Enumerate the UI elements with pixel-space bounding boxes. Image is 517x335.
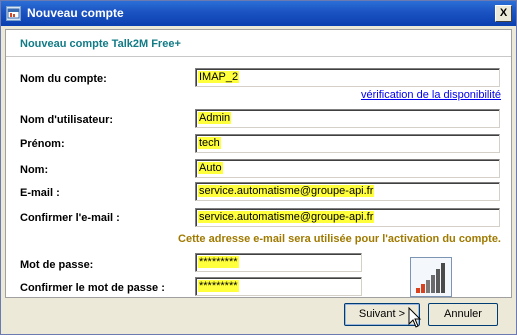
password-label: Mot de passe:: [20, 259, 94, 271]
password-confirm-value: *********: [198, 280, 239, 292]
password-field[interactable]: *********: [195, 253, 362, 272]
account-name-field[interactable]: IMAP_2: [195, 68, 500, 87]
lastname-value: Auto: [198, 162, 223, 174]
email-field[interactable]: service.automatisme@groupe-api.fr: [195, 182, 500, 201]
password-confirm-label: Confirmer le mot de passe :: [20, 282, 165, 294]
window-title: Nouveau compte: [27, 6, 124, 20]
username-value: Admin: [198, 112, 232, 124]
app-window-icon: [6, 6, 21, 21]
cancel-button[interactable]: Annuler: [428, 303, 498, 326]
dialog-window: Nouveau compte X Nouveau compte Talk2M F…: [0, 0, 517, 335]
account-name-label: Nom du compte:: [20, 73, 107, 85]
firstname-field[interactable]: tech: [195, 134, 500, 153]
mouse-pointer-icon: [408, 306, 422, 332]
email-confirm-label: Confirmer l'e-mail :: [20, 212, 120, 224]
email-value: service.automatisme@groupe-api.fr: [198, 185, 375, 197]
password-value: *********: [198, 256, 239, 268]
divider: [6, 56, 511, 58]
account-name-value: IMAP_2: [198, 71, 240, 83]
firstname-label: Prénom:: [20, 138, 65, 150]
firstname-value: tech: [198, 137, 221, 149]
email-confirm-value: service.automatisme@groupe-api.fr: [198, 211, 375, 223]
email-activation-note: Cette adresse e-mail sera utilisée pour …: [178, 233, 501, 245]
signal-bars-logo-icon: [410, 257, 452, 297]
page-subtitle: Nouveau compte Talk2M Free+: [20, 38, 181, 50]
email-label: E-mail :: [20, 187, 60, 199]
password-confirm-field[interactable]: *********: [195, 277, 362, 296]
close-button[interactable]: X: [495, 5, 512, 22]
lastname-label: Nom:: [20, 164, 49, 176]
availability-check-link[interactable]: vérification de la disponibilité: [361, 89, 501, 101]
lastname-field[interactable]: Auto: [195, 159, 500, 178]
username-label: Nom d'utilisateur:: [20, 114, 114, 126]
email-confirm-field[interactable]: service.automatisme@groupe-api.fr: [195, 208, 500, 227]
form-panel: Nouveau compte Talk2M Free+ Nom du compt…: [5, 29, 512, 298]
username-field[interactable]: Admin: [195, 109, 500, 128]
title-bar[interactable]: Nouveau compte X: [1, 1, 516, 26]
